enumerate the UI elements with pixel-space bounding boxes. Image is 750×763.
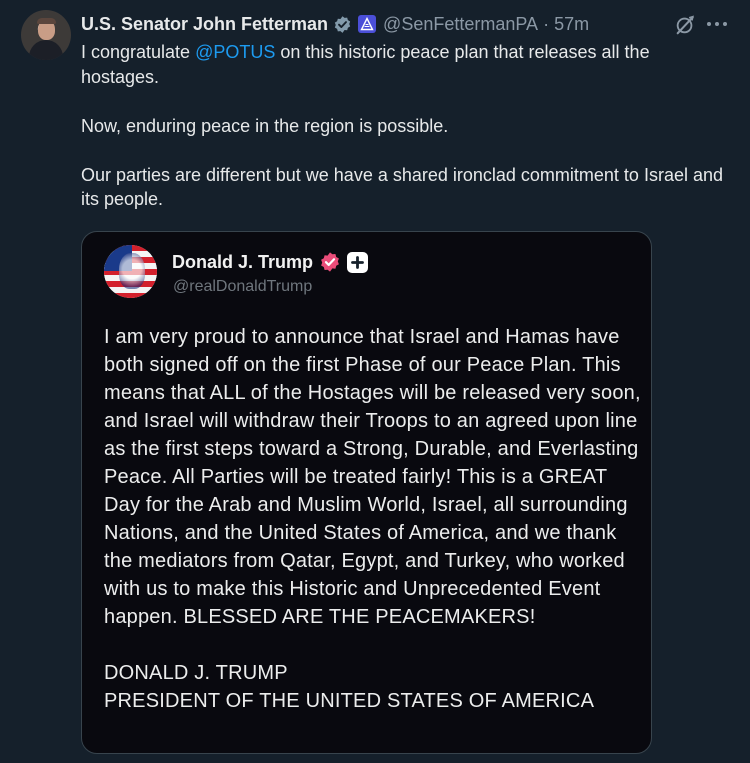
author-avatar[interactable] [21,10,71,60]
plus-icon[interactable] [347,251,369,273]
more-options-icon[interactable] [706,20,728,28]
author-handle[interactable]: @SenFettermanPA [383,14,538,35]
quoted-post-header: Donald J. Trump [172,249,369,275]
author-name[interactable]: U.S. Senator John Fetterman [81,14,328,35]
mention-link[interactable]: @POTUS [195,42,275,62]
quoted-post-text: I am very proud to announce that Israel … [104,326,641,712]
separator-dot: · [543,13,550,34]
quoted-author-name[interactable]: Donald J. Trump [172,252,313,273]
post-text: I congratulate @POTUS on this historic p… [81,40,731,212]
quoted-verified-badge-icon [321,252,339,272]
post-text-before-mention: I congratulate [81,42,196,62]
post-time[interactable]: 57m [554,14,589,35]
affiliation-icon[interactable] [358,15,377,33]
quoted-author-handle[interactable]: @realDonaldTrump [173,278,312,296]
quoted-author-avatar[interactable] [104,245,157,298]
quoted-post[interactable]: Donald J. Trump @realDonaldTrump I am ve… [81,231,652,754]
post-header: U.S. Senator John Fetterman @SenFetterma… [81,12,589,36]
grok-icon[interactable] [674,14,696,36]
verified-badge-icon[interactable] [333,15,352,34]
post-text-after-mention: on this historic peace plan that release… [81,42,723,209]
post: U.S. Senator John Fetterman @SenFetterma… [0,0,750,763]
